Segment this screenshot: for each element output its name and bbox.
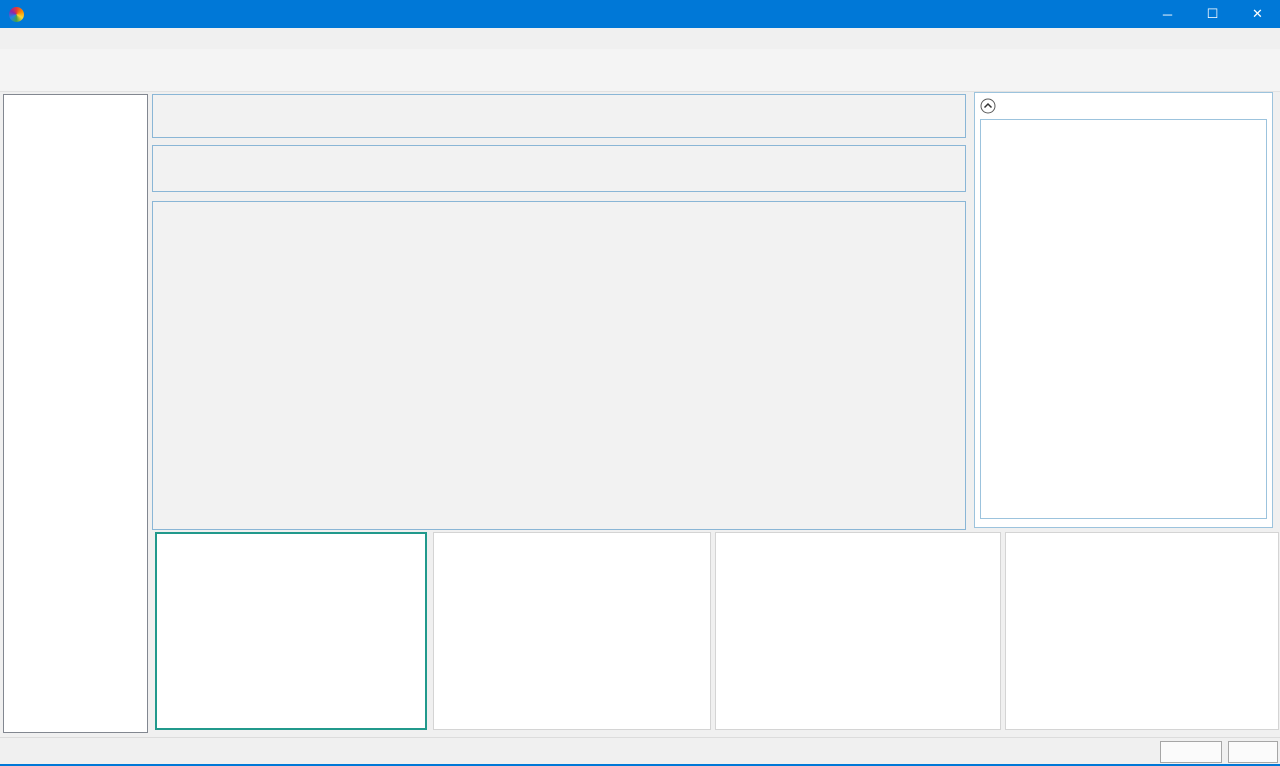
color-difference-panel <box>974 92 1273 528</box>
collapse-icon[interactable] <box>980 98 996 114</box>
deltae-line-chart-card[interactable] <box>433 532 711 730</box>
lab-gamut-chart-card[interactable] <box>1005 532 1279 730</box>
scatter-chart-card[interactable] <box>155 532 427 730</box>
close-button[interactable]: ✕ <box>1235 0 1280 28</box>
toolbar <box>0 49 1280 92</box>
sample-table <box>152 201 966 530</box>
empty-status-button[interactable] <box>1228 741 1278 763</box>
sample-tree <box>3 94 148 733</box>
auto-button[interactable] <box>1160 741 1222 763</box>
tolerance-table <box>152 94 966 138</box>
status-bar <box>0 737 1280 766</box>
cielab-box <box>980 119 1267 519</box>
menu-bar <box>0 28 1280 49</box>
title-bar: ─ ☐ ✕ <box>0 0 1280 28</box>
spectral-chart-card[interactable] <box>715 532 1001 730</box>
minimize-button[interactable]: ─ <box>1145 0 1190 28</box>
maximize-button[interactable]: ☐ <box>1190 0 1235 28</box>
app-logo-icon <box>9 7 24 22</box>
standard-table <box>152 145 966 192</box>
